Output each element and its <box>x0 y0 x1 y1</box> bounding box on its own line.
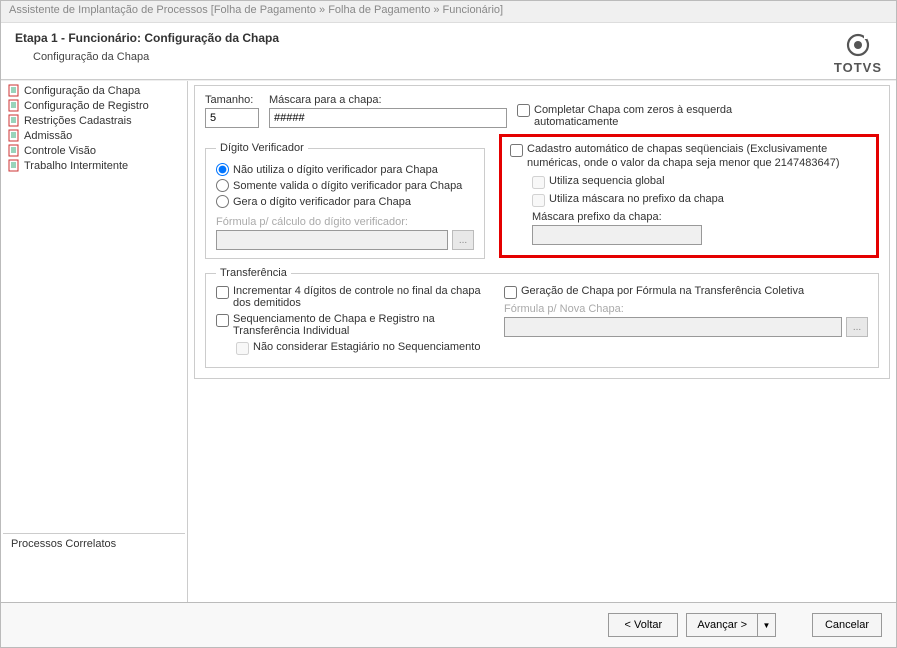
sidebar: Configuração da Chapa Configuração de Re… <box>1 81 188 602</box>
wizard-header: Etapa 1 - Funcionário: Configuração da C… <box>1 23 896 80</box>
dv-nao-utiliza-radio[interactable] <box>216 163 229 176</box>
cadastro-automatico-checkbox[interactable] <box>510 144 523 157</box>
formula-dv-label: Fórmula p/ cálculo do dígito verificador… <box>216 216 408 228</box>
incrementar-4digitos-checkbox[interactable] <box>216 286 229 299</box>
sidebar-item-label: Trabalho Intermitente <box>24 160 128 172</box>
formula-dv-input <box>216 230 448 250</box>
formula-nova-chapa-lookup-button: ... <box>846 317 868 337</box>
sidebar-item-label: Configuração da Chapa <box>24 85 140 97</box>
dv-gera-label: Gera o dígito verificador para Chapa <box>233 196 411 208</box>
mascara-prefixo-input-label: Máscara prefixo da chapa: <box>532 211 868 223</box>
mascara-prefixo-input <box>532 225 702 245</box>
formula-nova-chapa-label: Fórmula p/ Nova Chapa: <box>504 303 624 315</box>
dv-somente-valida-radio[interactable] <box>216 179 229 192</box>
sidebar-item-controle-visao[interactable]: Controle Visão <box>3 143 185 158</box>
cancelar-button[interactable]: Cancelar <box>812 613 882 637</box>
sequenciamento-chapa-checkbox[interactable] <box>216 314 229 327</box>
brand-text: TOTVS <box>834 60 882 75</box>
transferencia-legend: Transferência <box>216 267 291 279</box>
cadastro-automatico-highlight: Cadastro automático de chapas seqüenciai… <box>499 134 879 258</box>
dv-gera-radio[interactable] <box>216 195 229 208</box>
totvs-logo-icon <box>846 33 870 57</box>
sequencia-global-label: Utiliza sequencia global <box>549 175 665 187</box>
transferencia-fieldset: Transferência Incrementar 4 dígitos de c… <box>205 267 879 368</box>
formula-dv-lookup-button: ... <box>452 230 474 250</box>
formula-nova-chapa-input <box>504 317 842 337</box>
cadastro-automatico-label: Cadastro automático de chapas seqüenciai… <box>527 143 868 171</box>
incrementar-4digitos-label: Incrementar 4 dígitos de controle no fin… <box>233 285 486 309</box>
completar-zeros-label: Completar Chapa com zeros à esquerda aut… <box>534 104 737 128</box>
document-icon <box>7 84 20 97</box>
mascara-prefixo-label: Utiliza máscara no prefixo da chapa <box>549 193 724 205</box>
nao-estagiario-label: Não considerar Estagiário no Sequenciame… <box>253 341 480 353</box>
wizard-body: Configuração da Chapa Configuração de Re… <box>1 80 896 602</box>
digito-verificador-fieldset: Dígito Verificador Não utiliza o dígito … <box>205 142 485 259</box>
dv-nao-utiliza-label: Não utiliza o dígito verificador para Ch… <box>233 164 438 176</box>
sidebar-item-admissao[interactable]: Admissão <box>3 128 185 143</box>
window-title: Assistente de Implantação de Processos [… <box>1 1 896 23</box>
sidebar-item-label: Admissão <box>24 130 72 142</box>
sidebar-item-configuracao-chapa[interactable]: Configuração da Chapa <box>3 83 185 98</box>
completar-zeros-checkbox[interactable] <box>517 104 530 117</box>
wizard-footer: < Voltar Avançar > ▼ Cancelar <box>1 602 896 647</box>
sidebar-item-restricoes[interactable]: Restrições Cadastrais <box>3 113 185 128</box>
document-icon <box>7 144 20 157</box>
mascara-input[interactable] <box>269 108 507 128</box>
sidebar-item-label: Configuração de Registro <box>24 100 149 112</box>
brand-logo: TOTVS <box>834 31 882 75</box>
window-title-text: Assistente de Implantação de Processos [… <box>9 4 503 16</box>
digito-verificador-legend: Dígito Verificador <box>216 142 308 154</box>
window: Assistente de Implantação de Processos [… <box>0 0 897 648</box>
nao-estagiario-checkbox <box>236 342 249 355</box>
tamanho-input[interactable] <box>205 108 259 128</box>
sequencia-global-checkbox <box>532 176 545 189</box>
voltar-button[interactable]: < Voltar <box>608 613 678 637</box>
sidebar-list: Configuração da Chapa Configuração de Re… <box>3 83 185 173</box>
processos-correlatos-label: Processos Correlatos <box>11 538 116 550</box>
sidebar-item-trabalho-intermitente[interactable]: Trabalho Intermitente <box>3 158 185 173</box>
chevron-down-icon: ▼ <box>763 621 771 630</box>
sidebar-item-label: Restrições Cadastrais <box>24 115 132 127</box>
geracao-formula-checkbox[interactable] <box>504 286 517 299</box>
processos-correlatos-panel: Processos Correlatos <box>3 533 185 600</box>
step-subtitle: Configuração da Chapa <box>33 51 834 63</box>
config-chapa-panel: Tamanho: Máscara para a chapa: Completar… <box>194 85 890 379</box>
document-icon <box>7 129 20 142</box>
sidebar-item-configuracao-registro[interactable]: Configuração de Registro <box>3 98 185 113</box>
mascara-prefixo-checkbox <box>532 194 545 207</box>
avancar-dropdown-button[interactable]: ▼ <box>758 613 776 637</box>
document-icon <box>7 159 20 172</box>
step-title: Etapa 1 - Funcionário: Configuração da C… <box>15 31 834 45</box>
sidebar-item-label: Controle Visão <box>24 145 96 157</box>
dv-somente-valida-label: Somente valida o dígito verificador para… <box>233 180 462 192</box>
mascara-label: Máscara para a chapa: <box>269 94 507 106</box>
avancar-button[interactable]: Avançar > <box>686 613 758 637</box>
tamanho-label: Tamanho: <box>205 94 259 106</box>
sequenciamento-chapa-label: Sequenciamento de Chapa e Registro na Tr… <box>233 313 486 337</box>
geracao-formula-label: Geração de Chapa por Fórmula na Transfer… <box>521 285 804 297</box>
main-panel: Tamanho: Máscara para a chapa: Completar… <box>188 81 896 602</box>
document-icon <box>7 99 20 112</box>
document-icon <box>7 114 20 127</box>
